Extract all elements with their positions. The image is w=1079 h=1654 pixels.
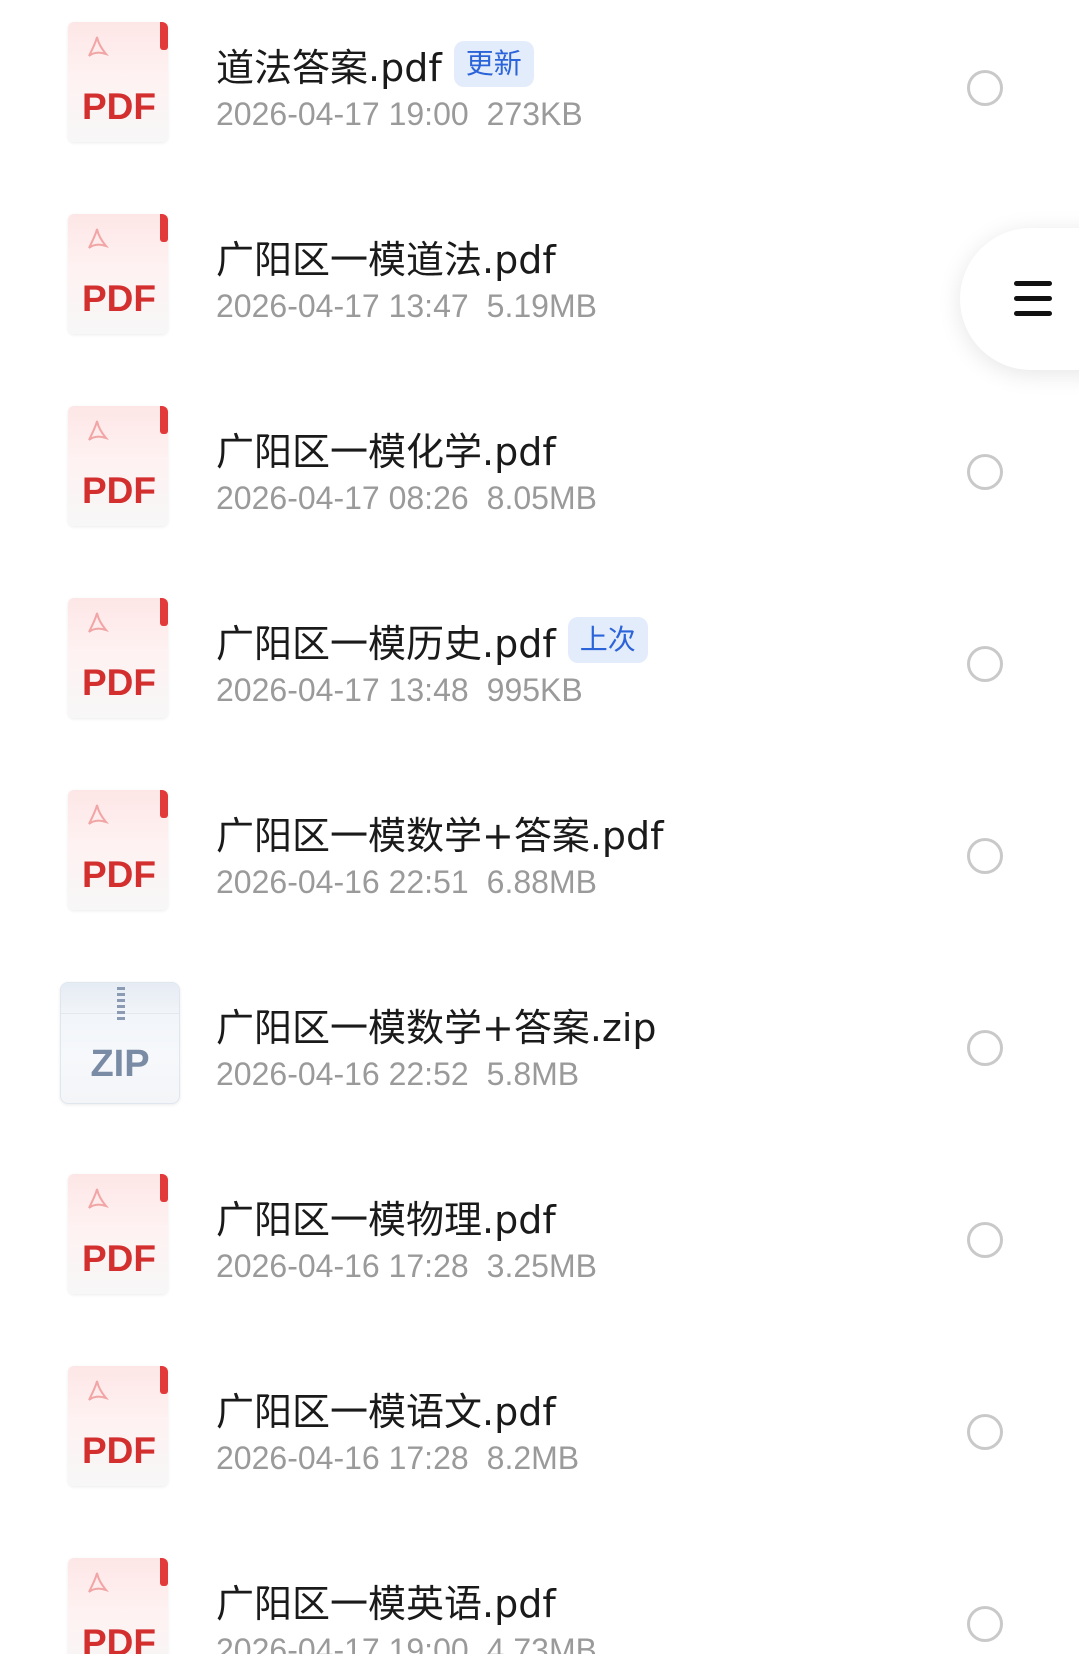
file-name: 广阳区一模历史.pdf <box>216 621 556 666</box>
file-size: 6.88MB <box>486 864 597 900</box>
file-name-line: 广阳区一模道法.pdf <box>216 228 556 284</box>
file-meta: 2026-04-17 13:47 5.19MB <box>216 288 597 325</box>
file-name: 道法答案.pdf <box>216 45 442 90</box>
file-type-label: PDF <box>82 662 156 703</box>
pdf-file-icon: PDF <box>68 406 168 526</box>
file-row[interactable]: PDF 广阳区一模语文.pdf 2026-04-16 17:28 8.2MB <box>0 1344 1079 1536</box>
file-row[interactable]: PDF 道法答案.pdf 更新 2026-04-17 19:00 273KB <box>0 0 1079 192</box>
file-list: PDF 道法答案.pdf 更新 2026-04-17 19:00 273KB PD… <box>0 0 1079 1654</box>
file-size: 5.19MB <box>486 288 597 324</box>
select-radio-button[interactable] <box>967 646 1003 682</box>
status-badge: 上次 <box>567 617 648 663</box>
file-size: 273KB <box>486 96 583 132</box>
file-name: 广阳区一模数学+答案.zip <box>216 1005 657 1050</box>
select-radio-button[interactable] <box>967 1414 1003 1450</box>
file-name: 广阳区一模数学+答案.pdf <box>216 813 664 858</box>
select-radio-button[interactable] <box>967 1606 1003 1642</box>
zip-file-icon: ZIP <box>60 982 180 1104</box>
file-name: 广阳区一模物理.pdf <box>216 1197 556 1242</box>
file-row[interactable]: PDF 广阳区一模历史.pdf 上次 2026-04-17 13:48 995KB <box>0 576 1079 768</box>
pdf-file-icon: PDF <box>68 598 168 718</box>
file-size: 995KB <box>486 672 583 708</box>
file-date: 2026-04-17 13:48 <box>216 672 469 708</box>
file-type-label: PDF <box>82 278 156 319</box>
file-date: 2026-04-16 17:28 <box>216 1440 469 1476</box>
pdf-file-icon: PDF <box>68 1366 168 1486</box>
pdf-file-icon: PDF <box>68 1558 168 1654</box>
file-meta: 2026-04-17 08:26 8.05MB <box>216 480 597 517</box>
file-type-label: PDF <box>82 86 156 127</box>
file-meta: 2026-04-17 13:48 995KB <box>216 672 583 709</box>
file-date: 2026-04-17 19:00 <box>216 1632 469 1654</box>
file-date: 2026-04-17 19:00 <box>216 96 469 132</box>
file-meta: 2026-04-16 17:28 3.25MB <box>216 1248 597 1285</box>
pdf-file-icon: PDF <box>68 214 168 334</box>
select-radio-button[interactable] <box>967 1222 1003 1258</box>
file-meta: 2026-04-16 22:52 5.8MB <box>216 1056 579 1093</box>
file-meta: 2026-04-16 17:28 8.2MB <box>216 1440 579 1477</box>
file-type-label: PDF <box>82 1430 156 1471</box>
file-name-line: 道法答案.pdf 更新 <box>216 36 534 92</box>
file-type-label: PDF <box>82 854 156 895</box>
file-date: 2026-04-16 17:28 <box>216 1248 469 1284</box>
file-meta: 2026-04-16 22:51 6.88MB <box>216 864 597 901</box>
file-row[interactable]: PDF 广阳区一模英语.pdf 2026-04-17 19:00 4.73MB <box>0 1536 1079 1654</box>
select-radio-button[interactable] <box>967 454 1003 490</box>
file-date: 2026-04-17 08:26 <box>216 480 469 516</box>
file-name-line: 广阳区一模数学+答案.pdf <box>216 804 664 860</box>
file-row[interactable]: PDF 广阳区一模化学.pdf 2026-04-17 08:26 8.05MB <box>0 384 1079 576</box>
select-radio-button[interactable] <box>967 70 1003 106</box>
file-row[interactable]: ZIP 广阳区一模数学+答案.zip 2026-04-16 22:52 5.8MB <box>0 960 1079 1152</box>
file-row[interactable]: PDF 广阳区一模道法.pdf 2026-04-17 13:47 5.19MB <box>0 192 1079 384</box>
file-meta: 2026-04-17 19:00 4.73MB <box>216 1632 597 1654</box>
file-name-line: 广阳区一模英语.pdf <box>216 1572 556 1628</box>
pdf-file-icon: PDF <box>68 1174 168 1294</box>
file-size: 4.73MB <box>486 1632 597 1654</box>
file-name: 广阳区一模化学.pdf <box>216 429 556 474</box>
pdf-file-icon: PDF <box>68 22 168 142</box>
file-type-label: ZIP <box>90 1043 150 1085</box>
file-name: 广阳区一模英语.pdf <box>216 1581 556 1626</box>
file-name-line: 广阳区一模物理.pdf <box>216 1188 556 1244</box>
file-size: 5.8MB <box>486 1056 580 1092</box>
pdf-file-icon: PDF <box>68 790 168 910</box>
select-radio-button[interactable] <box>967 1030 1003 1066</box>
file-type-label: PDF <box>82 470 156 511</box>
hamburger-menu-icon <box>1014 281 1052 317</box>
file-type-label: PDF <box>82 1238 156 1279</box>
file-name: 广阳区一模语文.pdf <box>216 1389 556 1434</box>
select-radio-button[interactable] <box>967 838 1003 874</box>
file-size: 8.2MB <box>486 1440 580 1476</box>
file-name-line: 广阳区一模历史.pdf 上次 <box>216 612 648 668</box>
file-name-line: 广阳区一模数学+答案.zip <box>216 996 657 1052</box>
file-name: 广阳区一模道法.pdf <box>216 237 556 282</box>
file-meta: 2026-04-17 19:00 273KB <box>216 96 583 133</box>
file-type-label: PDF <box>82 1622 156 1654</box>
file-name-line: 广阳区一模化学.pdf <box>216 420 556 476</box>
status-badge: 更新 <box>453 41 534 87</box>
file-date: 2026-04-16 22:52 <box>216 1056 469 1092</box>
file-row[interactable]: PDF 广阳区一模数学+答案.pdf 2026-04-16 22:51 6.88M… <box>0 768 1079 960</box>
file-row[interactable]: PDF 广阳区一模物理.pdf 2026-04-16 17:28 3.25MB <box>0 1152 1079 1344</box>
file-size: 3.25MB <box>486 1248 597 1284</box>
file-size: 8.05MB <box>486 480 597 516</box>
file-date: 2026-04-17 13:47 <box>216 288 469 324</box>
file-name-line: 广阳区一模语文.pdf <box>216 1380 556 1436</box>
file-date: 2026-04-16 22:51 <box>216 864 469 900</box>
